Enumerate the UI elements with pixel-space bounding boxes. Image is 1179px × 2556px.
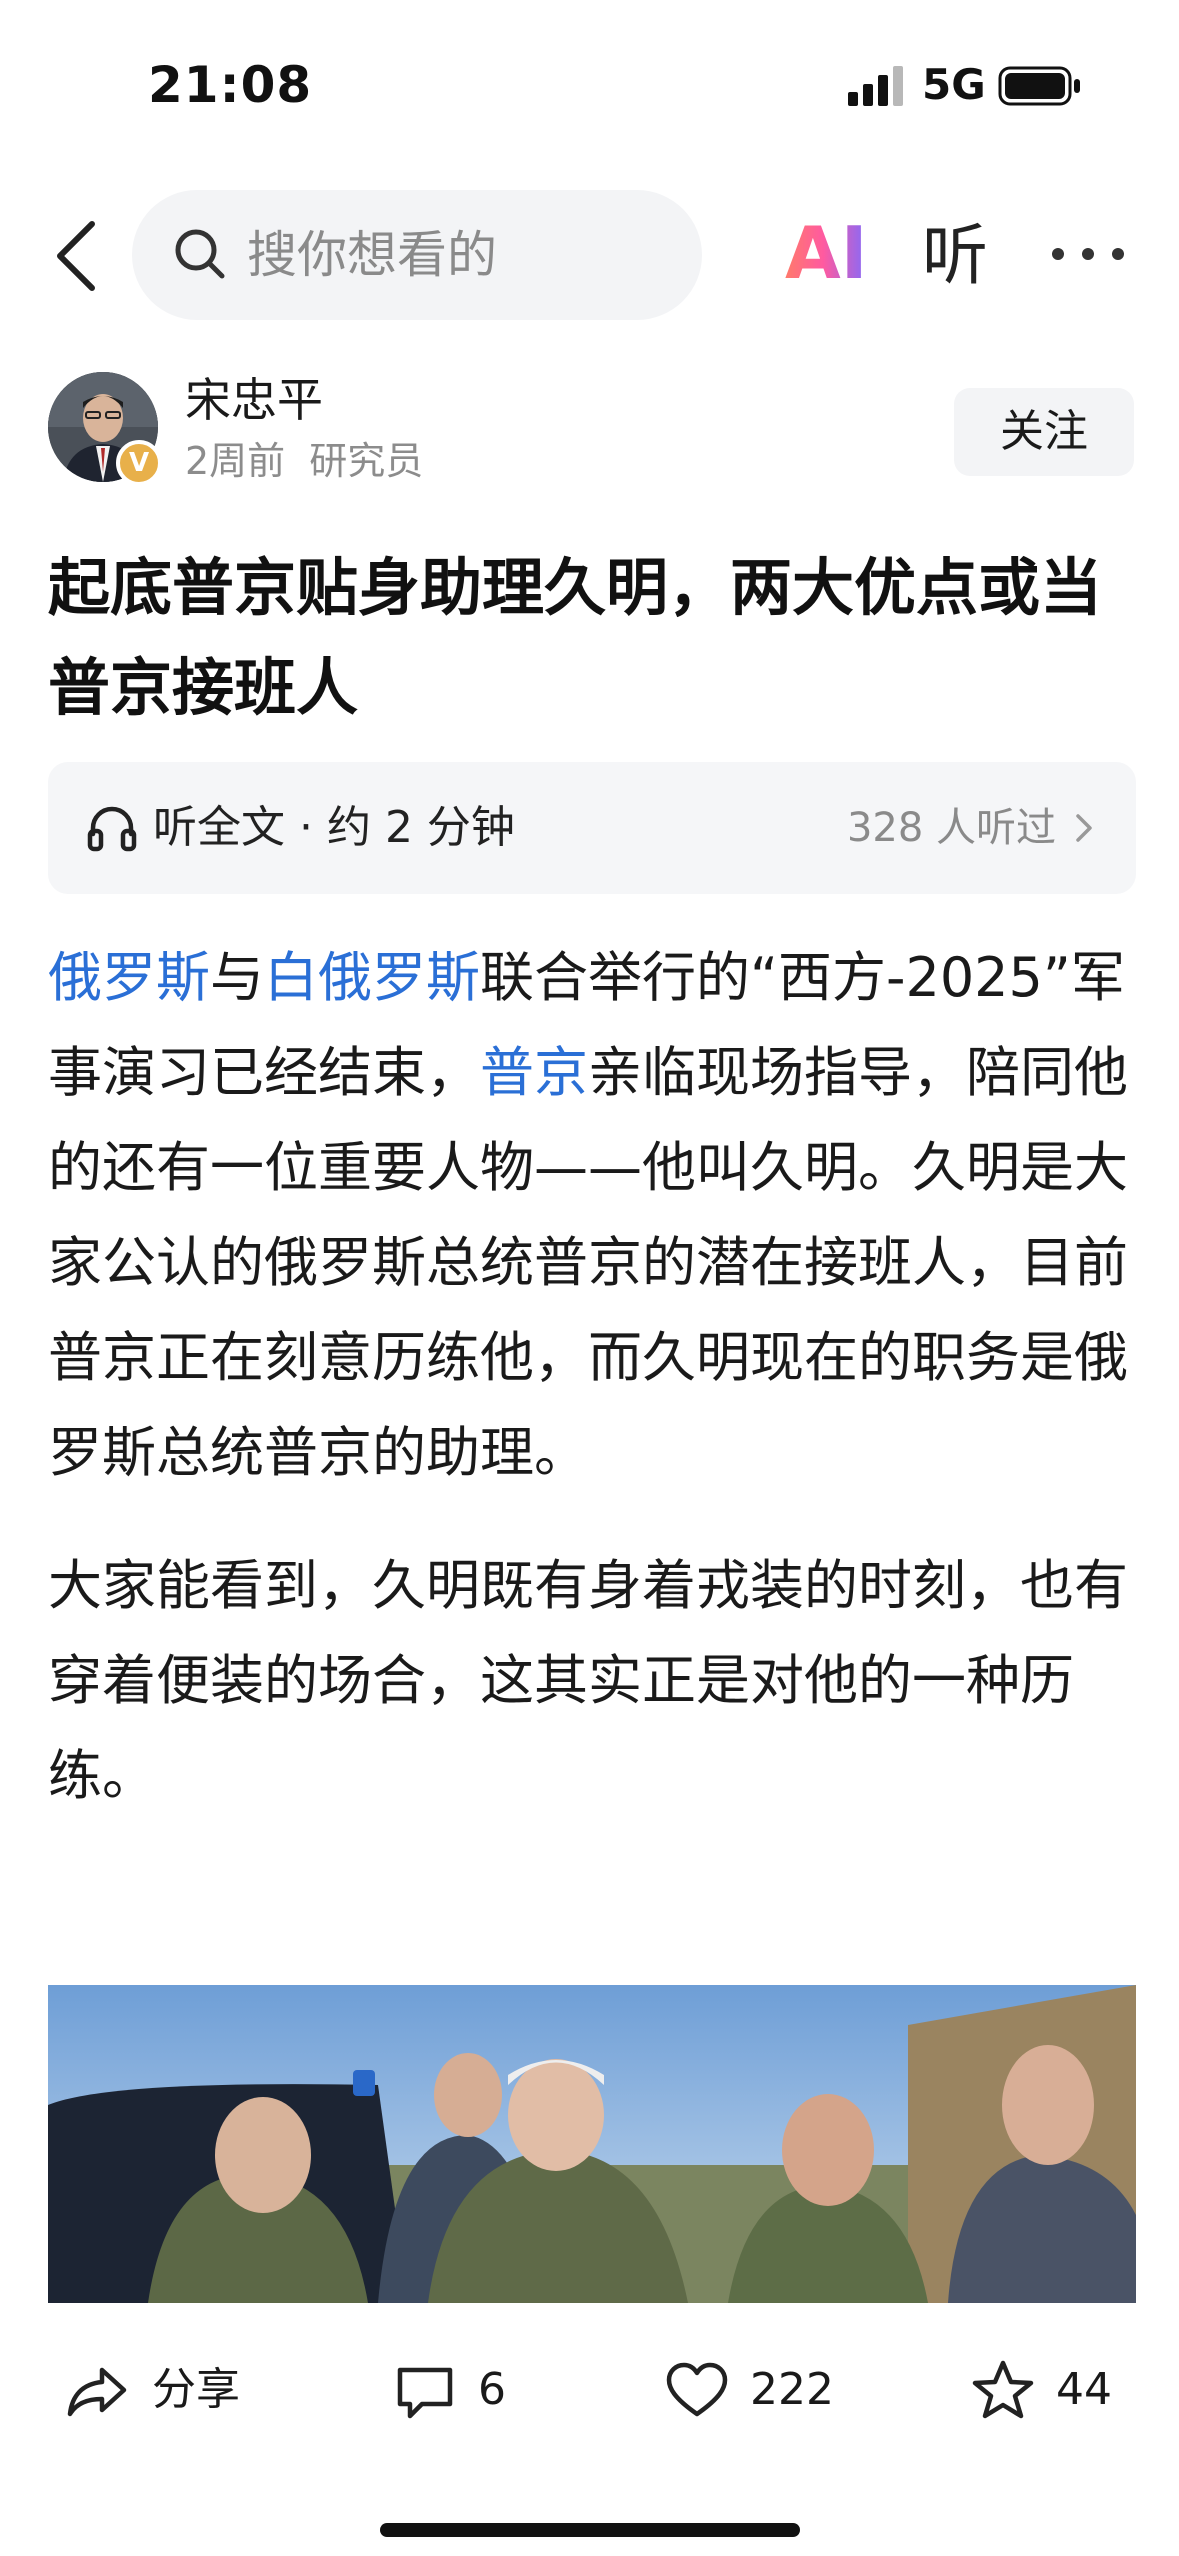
paragraph-2: 大家能看到，久明既有身着戎装的时刻，也有穿着便装的场合，这其实正是对他的一种历练… <box>48 1554 1128 1807</box>
status-time: 21:08 <box>148 56 313 114</box>
heart-icon <box>666 2362 728 2417</box>
favorite-button[interactable]: 44 <box>970 2354 1130 2426</box>
search-icon <box>175 229 225 279</box>
author-role: 研究员 <box>309 439 424 483</box>
chevron-right-icon <box>1076 814 1092 842</box>
listen-button[interactable]: 听 <box>922 216 988 296</box>
search-bar[interactable]: 搜你想看的 <box>132 190 702 320</box>
like-button[interactable]: 222 <box>664 2354 844 2426</box>
bottom-action-bar: 分享 6 222 44 <box>0 2340 1179 2440</box>
share-button[interactable]: 分享 <box>64 2354 264 2426</box>
article-photo[interactable] <box>48 1985 1136 2303</box>
post-time: 2周前 <box>185 439 286 483</box>
top-nav: 搜你想看的 AI 听 <box>0 190 1179 320</box>
like-count: 222 <box>750 2364 834 2415</box>
military-officials-photo <box>48 1985 1136 2303</box>
ai-button[interactable]: AI <box>785 210 870 296</box>
comment-count: 6 <box>478 2364 506 2415</box>
ai-label: AI <box>785 210 870 296</box>
paragraph-text: 与 <box>210 946 264 1009</box>
author-row: V 宋忠平 2周前 研究员 关注 <box>48 372 1138 492</box>
more-options-icon[interactable] <box>1052 230 1127 280</box>
comment-button[interactable]: 6 <box>392 2354 532 2426</box>
article-title: 起底普京贴身助理久明，两大优点或当普京接班人 <box>48 551 1103 724</box>
listen-card-label: 听全文 · 约 2 分钟 <box>153 802 515 853</box>
verified-badge-icon: V <box>116 440 162 486</box>
paragraph-text: 亲临现场指导，陪同他的还有一位重要人物——他叫久明。久明是大家公认的俄罗斯总统普… <box>48 1041 1128 1484</box>
follow-button[interactable]: 关注 <box>954 388 1134 476</box>
back-arrow-icon[interactable] <box>48 218 106 294</box>
paragraph-1: 俄罗斯与白俄罗斯联合举行的“西方-2025”军事演习已经结束，普京亲临现场指导，… <box>48 930 1138 1500</box>
article-body: 俄罗斯与白俄罗斯联合举行的“西方-2025”军事演习已经结束，普京亲临现场指导，… <box>48 930 1138 1861</box>
star-icon <box>972 2360 1034 2419</box>
tag-link-putin[interactable]: 普京 <box>480 1041 588 1104</box>
share-label: 分享 <box>152 2364 240 2415</box>
share-icon <box>67 2367 127 2417</box>
cellular-signal-icon <box>848 66 903 106</box>
home-indicator[interactable] <box>380 2523 800 2537</box>
search-placeholder: 搜你想看的 <box>247 226 497 284</box>
favorite-count: 44 <box>1056 2364 1112 2415</box>
headphone-icon <box>87 806 137 852</box>
network-type: 5G <box>922 60 986 109</box>
status-bar: 21:08 5G <box>0 0 1179 170</box>
author-name[interactable]: 宋忠平 <box>185 370 323 430</box>
tag-link-russia[interactable]: 俄罗斯 <box>48 946 210 1009</box>
listen-full-text-card[interactable]: 听全文 · 约 2 分钟 328 人听过 <box>48 762 1136 894</box>
listen-count: 328 人听过 <box>846 805 1056 851</box>
comment-icon <box>397 2367 453 2419</box>
battery-icon <box>998 66 1080 106</box>
author-meta: 2周前 研究员 <box>185 436 423 486</box>
tag-link-belarus[interactable]: 白俄罗斯 <box>264 946 480 1009</box>
